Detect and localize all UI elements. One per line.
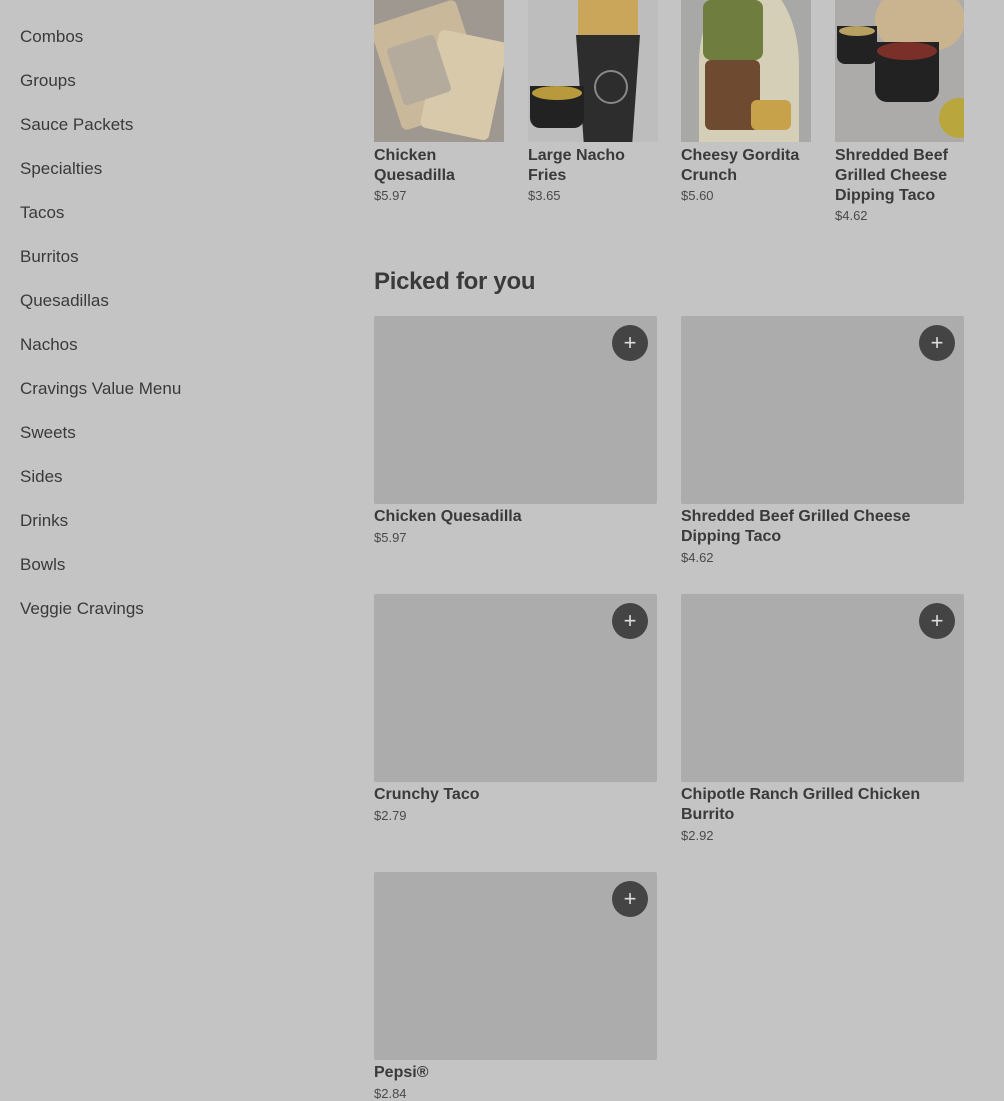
menu-item-card[interactable]: + Crunchy Taco $2.79	[374, 594, 657, 823]
food-image: +	[681, 594, 964, 782]
add-to-cart-button[interactable]: +	[612, 325, 648, 361]
sidebar-item-sauce-packets[interactable]: Sauce Packets	[20, 113, 133, 137]
sidebar-item-combos[interactable]: Combos	[20, 25, 83, 49]
food-image	[528, 0, 658, 142]
item-name: Chipotle Ranch Grilled Chicken Burrito	[681, 786, 921, 823]
add-to-cart-button[interactable]: +	[612, 881, 648, 917]
sidebar-item-bowls[interactable]: Bowls	[20, 553, 65, 577]
menu-item-card[interactable]: + Shredded Beef Grilled Cheese Dipping T…	[681, 316, 964, 565]
sidebar-item-cravings-value-menu[interactable]: Cravings Value Menu	[20, 377, 181, 401]
item-name: Chicken Quesadilla	[374, 147, 455, 184]
sidebar-item-sweets[interactable]: Sweets	[20, 421, 76, 445]
item-name: Pepsi®	[374, 1064, 429, 1081]
item-name: Large Nacho Fries	[528, 147, 625, 184]
sidebar-item-nachos[interactable]: Nachos	[20, 333, 78, 357]
featured-item-card[interactable]: Shredded Beef Grilled Cheese Dipping Tac…	[835, 0, 964, 223]
menu-item-card[interactable]: + Pepsi® $2.84	[374, 872, 657, 1101]
item-price: $5.97	[374, 530, 407, 545]
item-name: Chicken Quesadilla	[374, 508, 522, 525]
section-title: Picked for you	[374, 268, 536, 295]
item-price: $4.62	[681, 550, 714, 565]
sidebar-item-drinks[interactable]: Drinks	[20, 509, 68, 533]
item-price: $3.65	[528, 188, 561, 203]
food-image: +	[374, 594, 657, 782]
sidebar-item-burritos[interactable]: Burritos	[20, 245, 79, 269]
food-image	[835, 0, 964, 142]
item-name: Crunchy Taco	[374, 786, 480, 803]
menu-item-card[interactable]: + Chicken Quesadilla $5.97	[374, 316, 657, 545]
sidebar-item-sides[interactable]: Sides	[20, 465, 63, 489]
item-name: Shredded Beef Grilled Cheese Dipping Tac…	[681, 508, 911, 545]
sidebar-item-quesadillas[interactable]: Quesadillas	[20, 289, 109, 313]
food-image	[681, 0, 811, 142]
add-to-cart-button[interactable]: +	[919, 603, 955, 639]
food-image: +	[374, 316, 657, 504]
item-name: Cheesy Gordita Crunch	[681, 147, 800, 184]
sidebar-item-specialties[interactable]: Specialties	[20, 157, 102, 181]
item-price: $4.62	[835, 208, 868, 223]
featured-item-card[interactable]: Cheesy Gordita Crunch $5.60	[681, 0, 811, 203]
food-image: +	[681, 316, 964, 504]
sidebar-item-tacos[interactable]: Tacos	[20, 201, 64, 225]
featured-carousel: Chicken Quesadilla $5.97 Large Nacho Fri…	[374, 0, 964, 240]
food-image: +	[374, 872, 657, 1060]
add-to-cart-button[interactable]: +	[919, 325, 955, 361]
item-name: Shredded Beef Grilled Cheese Dipping Tac…	[835, 147, 948, 204]
food-image	[374, 0, 504, 142]
item-price: $2.92	[681, 828, 714, 843]
sidebar-item-groups[interactable]: Groups	[20, 69, 76, 93]
add-to-cart-button[interactable]: +	[612, 603, 648, 639]
item-price: $5.60	[681, 188, 714, 203]
featured-item-card[interactable]: Large Nacho Fries $3.65	[528, 0, 658, 203]
item-price: $5.97	[374, 188, 407, 203]
item-price: $2.79	[374, 808, 407, 823]
featured-item-card[interactable]: Chicken Quesadilla $5.97	[374, 0, 504, 203]
sidebar-item-veggie-cravings[interactable]: Veggie Cravings	[20, 597, 144, 621]
menu-item-card[interactable]: + Chipotle Ranch Grilled Chicken Burrito…	[681, 594, 964, 843]
